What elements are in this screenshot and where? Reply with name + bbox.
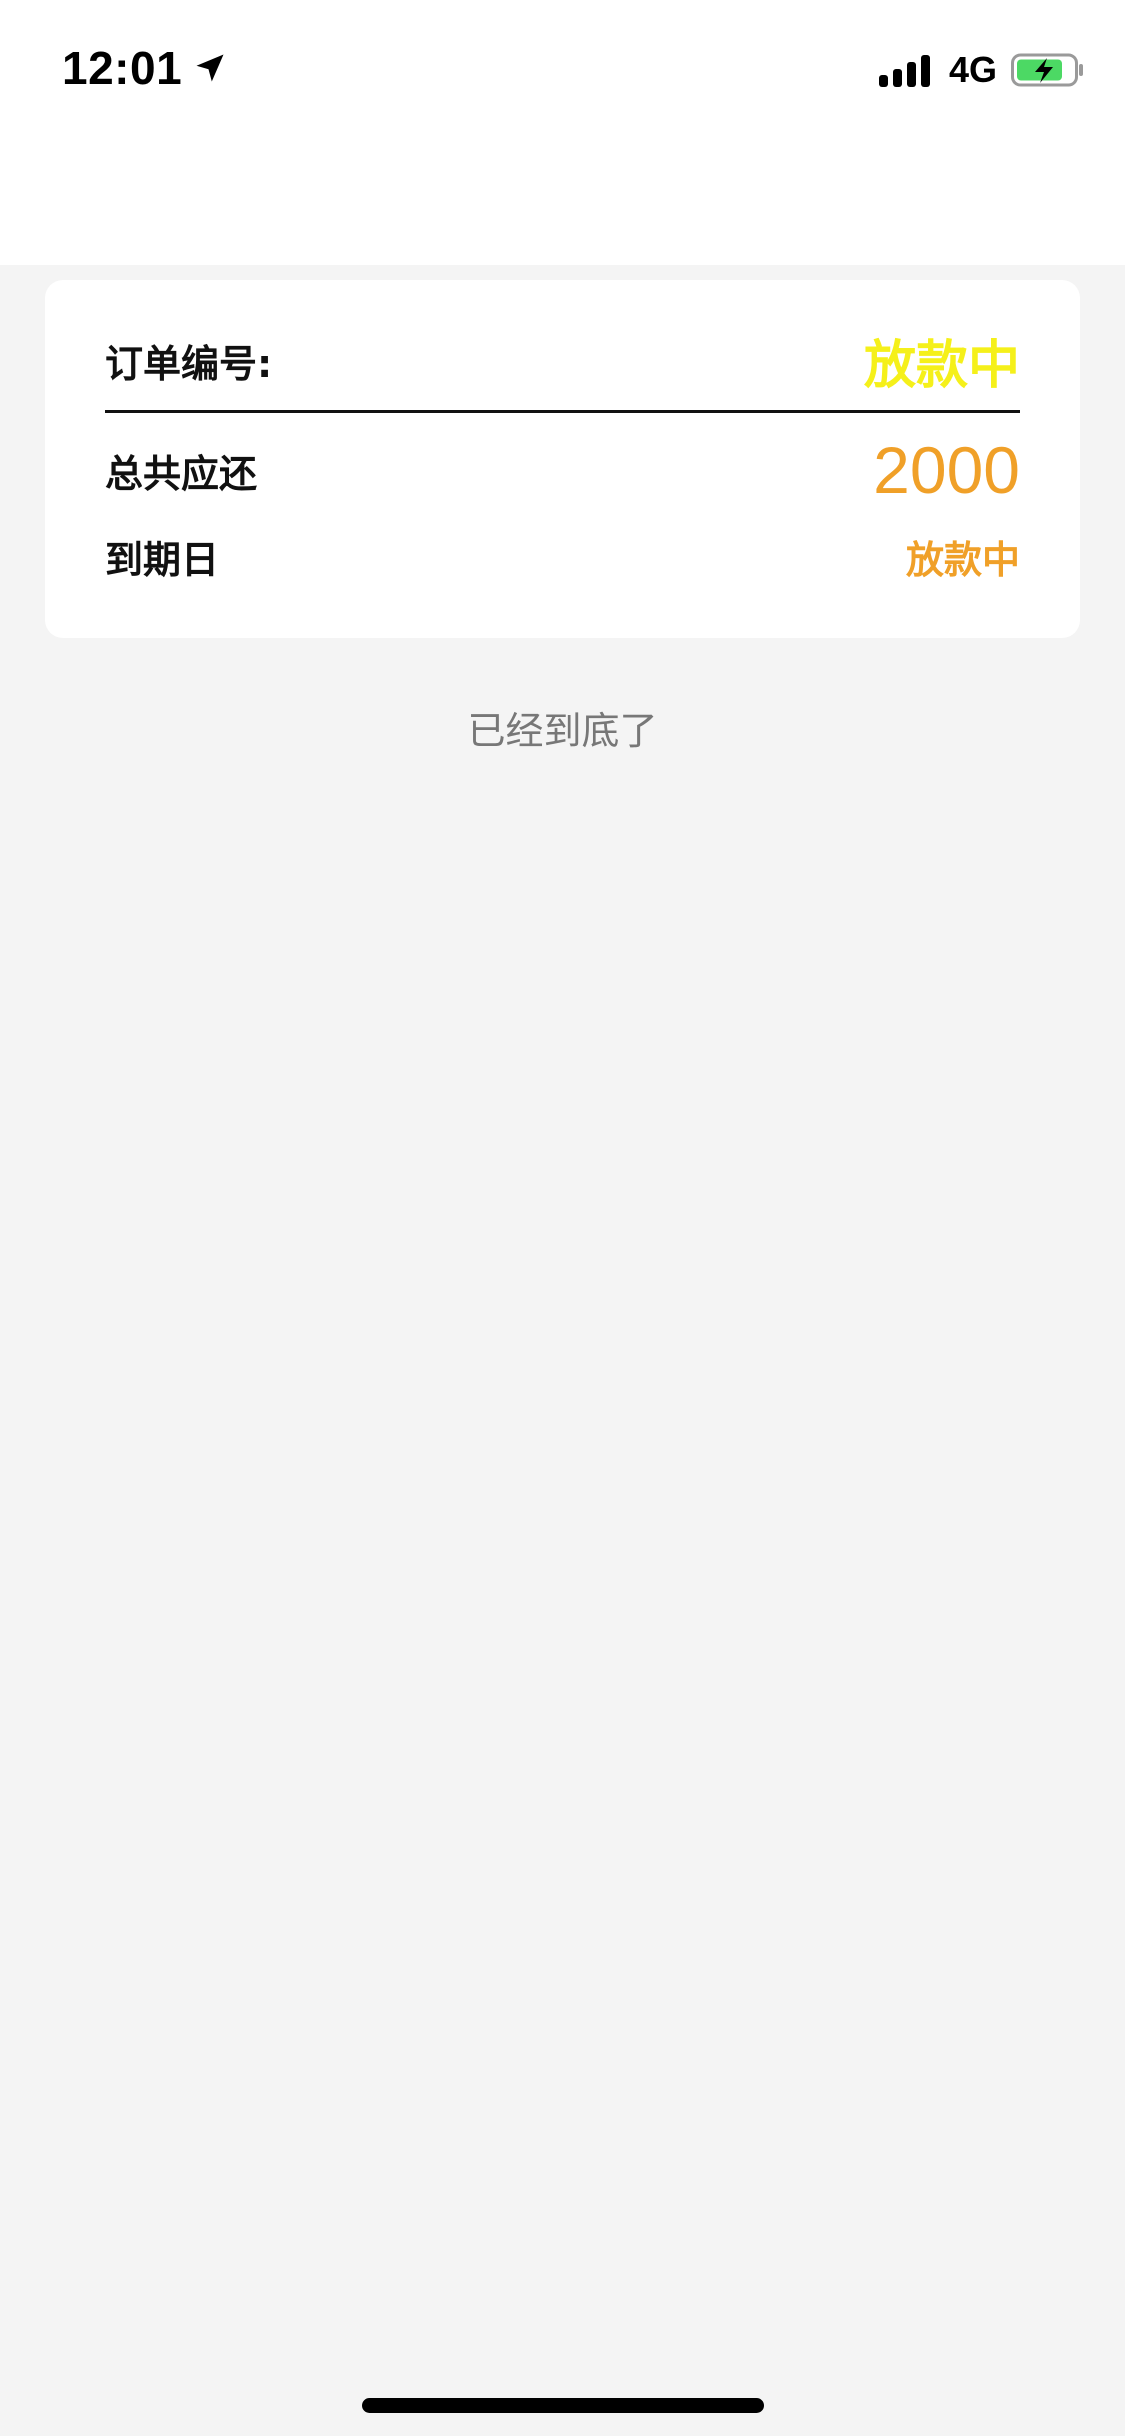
total-due-amount: 2000 (873, 433, 1020, 507)
network-type: 4G (948, 49, 997, 90)
order-number-row: 订单编号: 放款中 (105, 310, 1020, 413)
due-date-label: 到期日 (105, 537, 220, 582)
time-text: 12:01 (62, 42, 183, 94)
due-date-row: 到期日 放款中 (105, 520, 1020, 592)
location-arrow-icon (196, 54, 224, 82)
order-status-badge: 放款中 (863, 335, 1020, 396)
home-indicator[interactable] (362, 2398, 764, 2413)
signal-bars-icon (878, 53, 935, 87)
order-number-label: 订单编号: (105, 341, 273, 386)
order-card[interactable]: 订单编号: 放款中 总共应还 2000 到期日 放款中 (45, 280, 1080, 638)
top-header: 12:01 4G (0, 0, 1125, 265)
due-date-value: 放款中 (905, 537, 1020, 582)
list-end-text: 已经到底了 (467, 709, 658, 753)
status-time: 12:01 (62, 38, 228, 98)
total-due-row: 总共应还 2000 (105, 430, 1020, 510)
total-due-label: 总共应还 (105, 451, 258, 496)
status-indicators: 4G (878, 45, 1085, 95)
battery-charging-icon (1011, 53, 1083, 87)
